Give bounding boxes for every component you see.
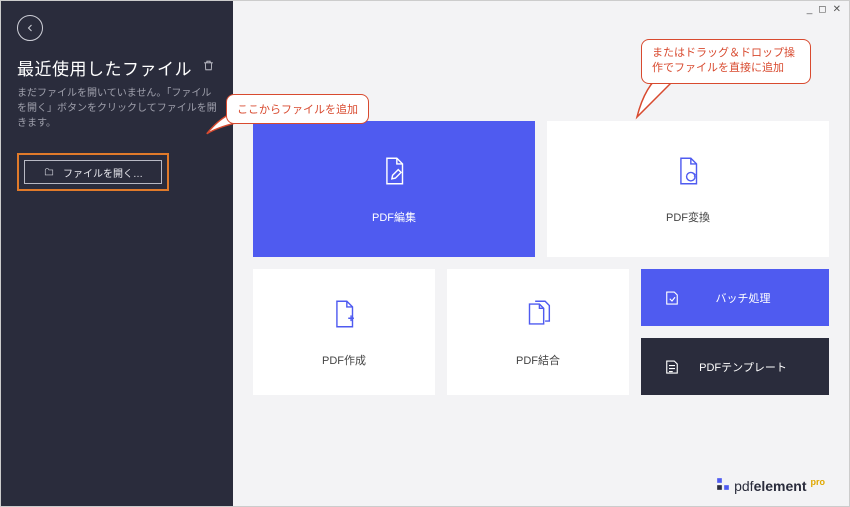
sidebar: 最近使用したファイル まだファイルを開いていません。「ファイルを開く」ボタンをク… xyxy=(1,1,233,506)
bottom-row: PDF作成 PDF結合 バッチ処理 PDFテンプレート xyxy=(253,269,829,395)
card-label: PDF変換 xyxy=(666,209,710,225)
callout-drag-drop: またはドラッグ＆ドロップ操作でファイルを直接に追加 xyxy=(641,39,811,84)
callout-add-here: ここからファイルを追加 xyxy=(226,94,369,124)
back-button[interactable] xyxy=(17,15,43,41)
card-label: PDF結合 xyxy=(516,352,560,368)
chevron-left-icon xyxy=(24,22,36,34)
folder-icon xyxy=(43,167,55,177)
recent-header: 最近使用したファイル xyxy=(17,55,217,80)
card-pdf-convert[interactable]: PDF変換 xyxy=(547,121,829,257)
bottom-left: PDF作成 PDF結合 xyxy=(253,269,629,395)
document-combine-icon xyxy=(521,297,555,336)
card-batch[interactable]: バッチ処理 xyxy=(641,269,829,326)
bottom-right: バッチ処理 PDFテンプレート xyxy=(641,269,829,395)
recent-title: 最近使用したファイル xyxy=(17,55,192,80)
card-template[interactable]: PDFテンプレート xyxy=(641,338,829,395)
card-label: バッチ処理 xyxy=(679,290,807,306)
top-row: PDF編集 PDF変換 xyxy=(253,121,829,257)
maximize-button[interactable]: ◻ xyxy=(818,4,826,21)
card-pdf-combine[interactable]: PDF結合 xyxy=(447,269,629,395)
open-file-highlight: ファイルを開く… xyxy=(17,153,169,191)
card-pdf-edit[interactable]: PDF編集 xyxy=(253,121,535,257)
trash-icon xyxy=(202,59,215,72)
card-label: PDF作成 xyxy=(322,352,366,368)
titlebar: _ ◻ ✕ xyxy=(807,1,849,21)
open-file-label: ファイルを開く… xyxy=(63,165,143,180)
app-window: _ ◻ ✕ 最近使用したファイル まだファイルを開いていません。「ファイルを開く… xyxy=(0,0,850,507)
clear-recent-button[interactable] xyxy=(202,59,215,77)
card-pdf-create[interactable]: PDF作成 xyxy=(253,269,435,395)
brand-pro: pro xyxy=(811,477,826,487)
document-convert-icon xyxy=(671,154,705,193)
close-button[interactable]: ✕ xyxy=(833,4,841,21)
card-label: PDF編集 xyxy=(372,209,416,225)
document-edit-icon xyxy=(377,154,411,193)
brand-logo-icon xyxy=(716,477,730,491)
card-label: PDFテンプレート xyxy=(679,359,807,375)
document-create-icon xyxy=(327,297,361,336)
brand-name: pdfelement xyxy=(734,478,806,494)
brand: pdfelement pro xyxy=(716,477,825,494)
recent-description: まだファイルを開いていません。「ファイルを開く」ボタンをクリックしてファイルを開… xyxy=(17,86,217,131)
open-file-button[interactable]: ファイルを開く… xyxy=(24,160,162,184)
minimize-button[interactable]: _ xyxy=(807,4,813,21)
